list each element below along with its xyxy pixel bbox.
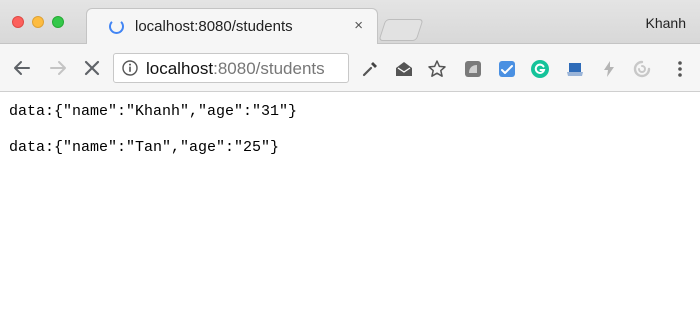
spinner-extension[interactable] [632, 59, 652, 79]
browser-menu-button[interactable] [670, 59, 690, 79]
bookmark-star-button[interactable] [427, 59, 447, 79]
envelope-extension[interactable] [394, 59, 414, 79]
spinner-extension-icon [633, 60, 651, 78]
tray-icon [567, 63, 583, 76]
tray-extension[interactable] [565, 59, 585, 79]
back-button[interactable] [10, 56, 34, 80]
menu-icon [678, 61, 682, 77]
title-bar: localhost:8080/students × Khanh [0, 0, 700, 45]
bolt-extension[interactable] [599, 59, 619, 79]
eyedropper-icon [362, 62, 377, 77]
tab-active[interactable]: localhost:8080/students × [86, 8, 378, 45]
event-data-line: data:{"name":"Khanh","age":"31"} [9, 103, 298, 120]
grammarly-icon [531, 60, 549, 78]
profile-name[interactable]: Khanh [646, 15, 686, 31]
info-icon[interactable] [122, 60, 138, 76]
bolt-icon [604, 61, 614, 77]
toolbar: localhost:8080/students [0, 44, 700, 92]
address-bar[interactable]: localhost:8080/students [113, 53, 349, 83]
close-window-button[interactable] [12, 16, 24, 28]
browser-window: localhost:8080/students × Khanh localhos… [0, 0, 700, 333]
grey-extension[interactable] [463, 59, 483, 79]
url-host: localhost [146, 59, 214, 78]
grammarly-extension[interactable] [530, 59, 550, 79]
blue-check-extension-icon [499, 61, 515, 77]
event-data-line: data:{"name":"Tan","age":"25"} [9, 139, 280, 156]
grey-extension-icon [465, 61, 481, 77]
eyedropper-extension[interactable] [360, 59, 380, 79]
tab-close-button[interactable]: × [354, 17, 363, 34]
address-text[interactable]: localhost:8080/students [146, 59, 325, 79]
stop-icon [84, 60, 100, 76]
page-content: data:{"name":"Khanh","age":"31"} data:{"… [0, 92, 700, 333]
forward-arrow-icon [50, 61, 66, 75]
loading-spinner-icon [109, 19, 124, 34]
tab-title: localhost:8080/students [135, 18, 293, 35]
envelope-icon [396, 62, 412, 76]
minimize-window-button[interactable] [32, 16, 44, 28]
back-arrow-icon [14, 61, 30, 75]
stop-button[interactable] [80, 56, 104, 80]
star-icon [428, 60, 446, 77]
new-tab-button[interactable] [378, 19, 424, 41]
url-path: :8080/students [213, 59, 325, 78]
forward-button[interactable] [46, 56, 70, 80]
zoom-window-button[interactable] [52, 16, 64, 28]
blue-check-extension[interactable] [497, 59, 517, 79]
